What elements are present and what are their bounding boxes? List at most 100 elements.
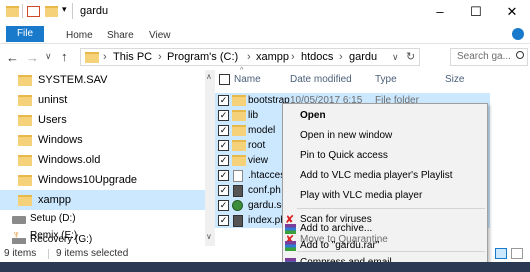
scroll-up-icon[interactable]: ∧ — [206, 72, 212, 81]
nav-item-xampp[interactable]: xampp — [0, 190, 205, 210]
breadcrumb-htdocs[interactable]: htdocs — [301, 49, 333, 65]
checkbox-icon[interactable] — [27, 6, 40, 17]
refresh-button[interactable]: ↻ — [406, 49, 415, 65]
forward-button[interactable]: → — [26, 50, 39, 65]
row-checkbox[interactable]: ✓ — [218, 140, 229, 151]
folder-icon — [232, 155, 246, 166]
nav-scrollbar[interactable] — [205, 70, 215, 246]
folder-icon[interactable] — [45, 6, 58, 17]
column-header-type[interactable]: Type — [375, 70, 397, 90]
folder-icon — [232, 140, 246, 151]
row-checkbox[interactable]: ✓ — [218, 185, 229, 196]
select-all-checkbox[interactable] — [219, 74, 230, 85]
tab-share[interactable]: Share — [107, 26, 134, 46]
file-name: model — [248, 125, 276, 136]
nav-item-system-sav[interactable]: SYSTEM.SAV — [0, 70, 205, 90]
nav-item-uninst[interactable]: uninst — [0, 90, 205, 110]
file-icon — [233, 170, 243, 182]
file-name: conf.ph — [248, 185, 281, 196]
address-dropdown-button[interactable]: ∨ — [392, 49, 399, 65]
row-checkbox[interactable]: ✓ — [218, 215, 229, 226]
breadcrumb-gardu[interactable]: gardu — [349, 49, 377, 65]
file-name: root — [248, 140, 266, 151]
nav-item-label: Windows.old — [38, 154, 101, 166]
recent-locations-button[interactable]: ∨ — [45, 51, 52, 62]
folder-icon — [232, 110, 246, 121]
folder-icon — [232, 125, 246, 136]
back-button[interactable]: ← — [6, 50, 19, 65]
close-button[interactable]: ✕ — [494, 0, 530, 24]
maximize-button[interactable]: ☐ — [458, 0, 494, 24]
breadcrumb-separator: › — [247, 51, 251, 63]
breadcrumb-separator: › — [291, 51, 295, 63]
status-bar: 9 items 9 items selected — [0, 247, 530, 261]
divider — [72, 3, 73, 19]
large-icons-view-icon[interactable] — [511, 248, 523, 259]
row-checkbox[interactable]: ✓ — [218, 95, 229, 106]
nav-item-users[interactable]: Users — [0, 110, 205, 130]
menu-item-add-to-archive[interactable]: Add to archive... — [283, 221, 487, 237]
divider — [22, 4, 23, 18]
column-header-name[interactable]: Name — [234, 70, 261, 90]
nav-item-windows[interactable]: Windows — [0, 130, 205, 150]
nav-item-recovery-g[interactable]: Recovery (G:) — [30, 233, 92, 247]
scroll-down-icon[interactable]: ∨ — [206, 232, 212, 241]
search-icon[interactable] — [516, 51, 524, 59]
menu-item-open-new-window[interactable]: Open in new window — [283, 126, 487, 146]
status-selected-count: 9 items selected — [56, 248, 129, 259]
up-button[interactable]: ↑ — [61, 49, 68, 64]
help-icon[interactable] — [512, 28, 524, 40]
breadcrumb-this-pc[interactable]: This PC — [113, 49, 152, 65]
address-bar[interactable]: › This PC › Program's (C:) › xampp › htd… — [80, 48, 420, 66]
folder-icon — [18, 75, 32, 86]
breadcrumb-xampp[interactable]: xampp — [256, 49, 289, 65]
menu-item-vlc-play[interactable]: Play with VLC media player — [283, 186, 487, 206]
row-checkbox[interactable]: ✓ — [218, 125, 229, 136]
drive-icon — [12, 238, 26, 244]
taskbar — [0, 262, 530, 272]
sql-file-icon — [232, 200, 243, 211]
breadcrumb-separator: › — [103, 51, 107, 63]
file-name: gardu.sc — [248, 200, 287, 211]
minimize-button[interactable]: – — [422, 0, 458, 24]
tab-view[interactable]: View — [149, 26, 171, 46]
divider — [48, 249, 49, 259]
nav-item-windows10upgrade[interactable]: Windows10Upgrade — [0, 170, 205, 190]
menu-item-pin-quick-access[interactable]: Pin to Quick access — [283, 146, 487, 166]
details-view-icon[interactable] — [495, 248, 507, 259]
folder-icon — [18, 155, 32, 166]
folder-icon — [18, 95, 32, 106]
nav-item-label: Users — [38, 114, 67, 126]
folder-icon — [18, 175, 32, 186]
column-header-size[interactable]: Size — [445, 70, 464, 90]
breadcrumb-program-c[interactable]: Program's (C:) — [167, 49, 238, 65]
breadcrumb-separator: › — [339, 51, 343, 63]
tab-home[interactable]: Home — [66, 26, 93, 46]
row-checkbox[interactable]: ✓ — [218, 200, 229, 211]
folder-icon — [85, 52, 99, 63]
quick-access-dropdown-icon[interactable]: ▾ — [62, 4, 67, 15]
nav-item-label: Windows — [38, 134, 83, 146]
status-item-count: 9 items — [4, 248, 37, 259]
menu-item-label: Add to archive... — [300, 223, 373, 234]
tab-file[interactable]: File — [6, 26, 44, 42]
php-file-icon — [233, 215, 243, 227]
row-checkbox[interactable]: ✓ — [218, 110, 229, 121]
nav-item-label: uninst — [38, 94, 68, 106]
folder-icon — [6, 6, 19, 17]
winrar-icon — [285, 224, 296, 234]
breadcrumb-separator: › — [158, 51, 162, 63]
menu-item-open[interactable]: Open — [283, 106, 487, 126]
nav-item-windows-old[interactable]: Windows.old — [0, 150, 205, 170]
file-name: .htacces — [248, 170, 286, 181]
drive-icon — [12, 216, 26, 224]
row-checkbox[interactable]: ✓ — [218, 170, 229, 181]
file-name: lib — [248, 110, 259, 121]
folder-icon — [18, 115, 32, 126]
file-name: view — [248, 155, 269, 166]
row-checkbox[interactable]: ✓ — [218, 155, 229, 166]
menu-item-vlc-playlist[interactable]: Add to VLC media player's Playlist — [283, 166, 487, 186]
php-file-icon — [233, 185, 243, 197]
column-header-date[interactable]: Date modified — [290, 70, 352, 90]
nav-item-setup-d[interactable]: Setup (D:) — [0, 210, 205, 227]
